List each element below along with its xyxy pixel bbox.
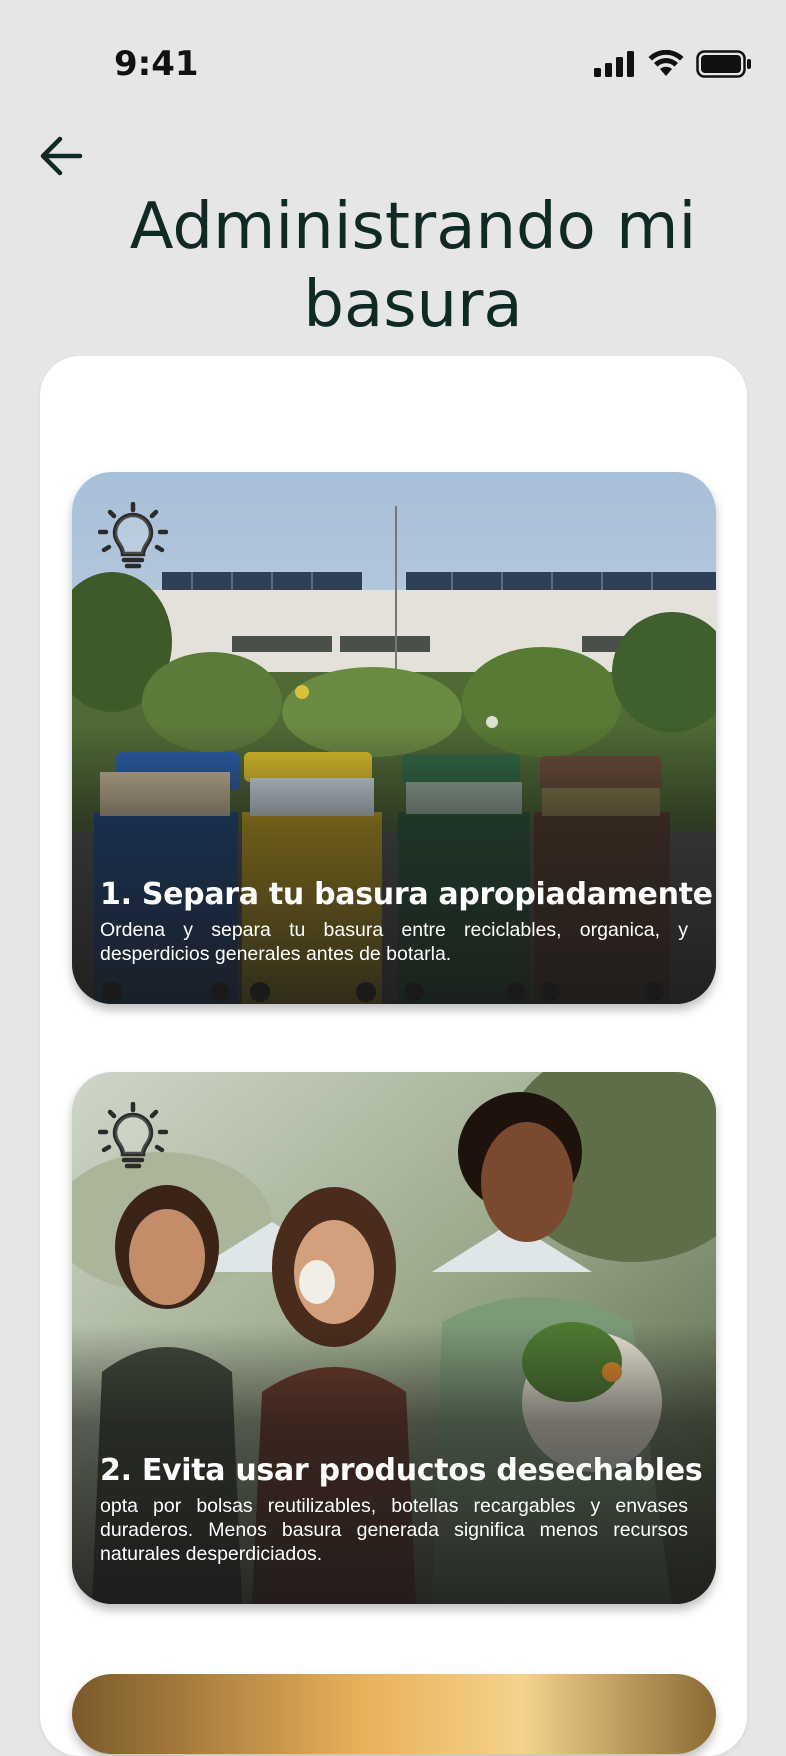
- tip-2-text: 2. Evita usar productos desechables opta…: [100, 1452, 703, 1566]
- status-time: 9:41: [114, 44, 199, 84]
- wifi-icon: [648, 50, 684, 76]
- tip-1-title: 1. Separa tu basura apropiadamente: [100, 877, 713, 912]
- back-arrow-icon: [40, 136, 83, 176]
- back-button[interactable]: [34, 128, 90, 184]
- tip-card-1[interactable]: 1. Separa tu basura apropiadamente Orden…: [72, 472, 716, 1004]
- page-title: Administrando mi basura: [129, 190, 697, 342]
- status-bar: 9:41: [0, 0, 786, 130]
- lightbulb-icon: [98, 502, 168, 569]
- tip-1-text: 1. Separa tu basura apropiadamente Orden…: [100, 876, 713, 966]
- tip-2-title: 2. Evita usar productos desechables: [100, 1453, 703, 1488]
- tip-card-2[interactable]: 2. Evita usar productos desechables opta…: [72, 1072, 716, 1604]
- tip-1-description: Ordena y separa tu basura entre reciclab…: [100, 919, 688, 965]
- tip-card-3[interactable]: [72, 1674, 716, 1754]
- sunset-image: [72, 1674, 716, 1754]
- cellular-signal-icon: [594, 51, 634, 77]
- battery-icon: [696, 50, 751, 78]
- tip-2-description: opta por bolsas reutilizables, botellas …: [100, 1495, 688, 1565]
- lightbulb-icon: [98, 1102, 168, 1169]
- status-icons: [594, 50, 752, 78]
